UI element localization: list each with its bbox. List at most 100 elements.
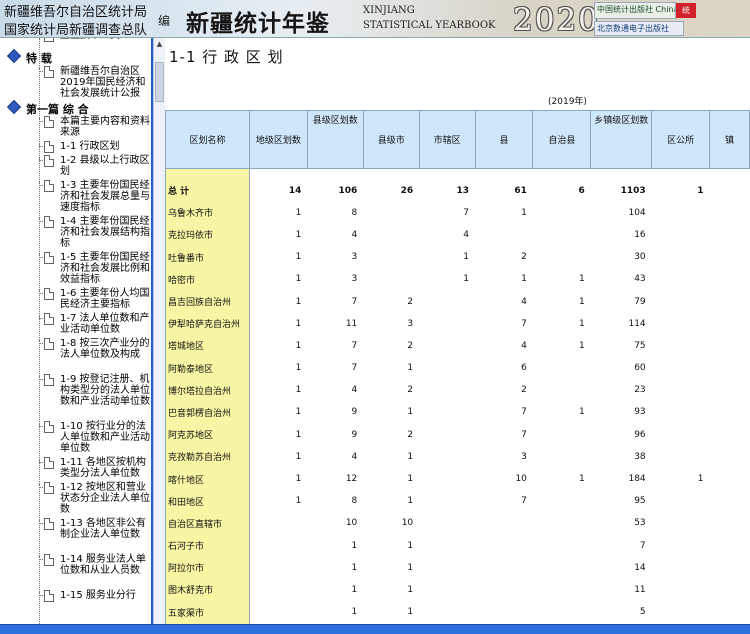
document-icon (44, 313, 54, 325)
township-cell: 60 (634, 363, 646, 374)
tree-section-comprehensive[interactable]: 第一篇 综 合 (0, 99, 150, 116)
document-icon (44, 457, 54, 469)
tree-scrollbar[interactable]: ▲ (153, 38, 165, 624)
table-row[interactable]: 克孜勒苏自治州 1 4 1 3 38 (165, 445, 750, 468)
tree-item-12[interactable]: 1-11 各地区按机构类型分法人单位数 (0, 457, 151, 481)
district-cell (419, 579, 475, 601)
county-city-cell: 10 (401, 518, 414, 529)
document-icon (44, 482, 54, 494)
tree-item-6[interactable]: 1-5 主要年份国民经济和社会发展比例和效益指标 (0, 252, 151, 287)
table-row[interactable]: 吐鲁番市 1 3 1 2 30 (165, 246, 750, 269)
table-row[interactable]: 塔城地区 1 7 2 4 1 75 (165, 334, 750, 357)
header-title-en-line1: XINJIANG (363, 5, 415, 16)
town-cell (710, 401, 750, 423)
table-row[interactable]: 石河子市 1 1 7 (165, 534, 750, 557)
scrollbar-thumb[interactable] (155, 62, 164, 102)
county-sub-cell: 61 (514, 185, 527, 196)
tree-item-15[interactable]: 1-14 服务业法人单位数和从业人员数 (0, 554, 151, 589)
col-header-county: 县级区划数 (306, 110, 364, 129)
cell-spacer (591, 169, 652, 180)
county-sub-cell: 3 (521, 451, 527, 462)
yearbook-header-banner: 新疆维吾尔自治区统计局 国家统计局新疆调查总队 编 新疆统计年鉴 XINJIAN… (0, 0, 750, 38)
table-row[interactable]: 伊犁哈萨克自治州 1 11 3 7 1 114 (165, 312, 750, 335)
tree-item-partial[interactable]: 卫生技术人员 (0, 38, 151, 43)
table-row[interactable]: 图木舒克市 1 1 11 (165, 578, 750, 602)
tree-item-16[interactable]: 1-15 服务业分行 (0, 590, 151, 603)
tree-section-special[interactable]: 特 载 (0, 48, 150, 65)
township-cell: 184 (628, 474, 646, 485)
county-city-cell: 1 (407, 584, 414, 595)
year-note: (2019年) (548, 97, 587, 107)
table-row[interactable]: 阿勒泰地区 1 7 1 6 60 (165, 357, 750, 380)
table-row[interactable]: 和田地区 1 8 1 7 95 (165, 490, 750, 513)
tree-connector (39, 68, 43, 72)
prefecture-cell: 1 (295, 274, 302, 285)
autonomous-county-cell: 1 (579, 296, 585, 307)
county-cell: 4 (351, 451, 358, 462)
tree-item-2[interactable]: 1-1 行政区划 (0, 141, 151, 154)
col-header-county-sub: 县 (474, 110, 534, 169)
tree-item-8[interactable]: 1-7 法人单位数和产业活动单位数 (0, 313, 151, 337)
town-cell (710, 268, 750, 290)
autonomous-county-cell (533, 601, 591, 623)
tree-item-14[interactable]: 1-13 各地区非公有制企业法人单位数 (0, 518, 151, 553)
prefecture-cell: 1 (295, 451, 302, 462)
col-header-autonomous-county: 自治县 (532, 110, 592, 169)
scroll-up-arrow-icon[interactable]: ▲ (155, 40, 164, 49)
tree-connector (39, 340, 43, 344)
table-row[interactable]: 巴音郭楞自治州 1 9 1 7 1 93 (165, 401, 750, 424)
tree-item-13[interactable]: 1-12 按地区和营业状态分企业法人单位数 (0, 482, 151, 517)
table-row[interactable]: 昌吉回族自治州 1 7 2 4 1 79 (165, 290, 750, 313)
table-row[interactable]: 阿克苏地区 1 9 2 7 96 (165, 423, 750, 446)
township-cell: 75 (634, 340, 646, 351)
table-row[interactable]: 乌鲁木齐市 1 8 7 1 104 (165, 201, 750, 224)
county-city-cell (363, 246, 419, 268)
district-cell (419, 512, 475, 534)
district-cell (419, 601, 475, 623)
tree-connector (39, 592, 43, 596)
region-name-cell: 克孜勒苏自治州 (165, 445, 250, 468)
tree-item-4[interactable]: 1-3 主要年份国民经济和社会发展总量与速度指标 (0, 180, 151, 215)
table-row[interactable]: 克拉玛依市 1 4 4 16 (165, 223, 750, 247)
table-row[interactable]: 总 计 14 106 26 13 61 6 1103 1 (165, 179, 750, 202)
county-sub-cell: 4 (521, 296, 527, 307)
district-cell (419, 401, 475, 423)
table-row[interactable]: 哈密市 1 3 1 1 1 43 (165, 268, 750, 291)
tree-item-label: 1-15 服务业分行 (60, 590, 136, 601)
township-cell: 95 (634, 496, 646, 507)
tree-connector (39, 218, 43, 222)
town-cell (710, 290, 750, 312)
sub-district-cell (652, 268, 710, 290)
tree-item-label: 本篇主要内容和资料来源 (60, 116, 150, 138)
tree-connector (39, 157, 43, 161)
town-cell (710, 335, 750, 357)
township-cell: 104 (628, 207, 646, 218)
tree-item-3[interactable]: 1-2 县级以上行政区划 (0, 155, 151, 179)
tree-item-1[interactable]: 本篇主要内容和资料来源 (0, 116, 151, 140)
table-row[interactable]: 五家渠市 1 1 5 (165, 601, 750, 624)
col-header-district: 市辖区 (418, 110, 476, 169)
cell-spacer (419, 169, 475, 180)
table-row[interactable]: 阿拉尔市 1 1 14 (165, 556, 750, 579)
tree-item-9[interactable]: 1-8 按三次产业分的法人单位数及构成 (0, 338, 151, 373)
tree-item-10[interactable]: 1-9 按登记注册、机构类型分的法人单位数和产业活动单位数 (0, 374, 151, 420)
prefecture-cell (249, 579, 307, 601)
district-cell: 7 (463, 207, 470, 218)
contents-tree-panel[interactable]: 卫生技术人员特 载新疆维吾尔自治区2019年国民经济和社会发展统计公报第一篇 综… (0, 38, 153, 624)
tree-item-5[interactable]: 1-4 主要年份国民经济和社会发展结构指标 (0, 216, 151, 251)
col-header-county-city: 县级市 (362, 110, 420, 169)
prefecture-cell: 1 (295, 496, 302, 507)
county-city-cell: 1 (407, 496, 414, 507)
tree-item-label: 1-13 各地区非公有制企业法人单位数 (60, 518, 146, 540)
table-row[interactable]: 自治区直辖市 10 10 53 (165, 512, 750, 535)
col-header-township: 乡镇级区划数 (590, 110, 653, 129)
township-cell: 79 (634, 296, 646, 307)
cell-spacer (652, 169, 710, 180)
region-name-cell: 阿拉尔市 (165, 556, 250, 579)
tree-item-11[interactable]: 1-10 按行业分的法人单位数和产业活动单位数 (0, 421, 151, 456)
table-row[interactable]: 喀什地区 1 12 1 10 1 184 1 (165, 467, 750, 491)
tree-item-special-bulletin[interactable]: 新疆维吾尔自治区2019年国民经济和社会发展统计公报 (0, 66, 151, 101)
tree-item-7[interactable]: 1-6 主要年份人均国民经济主要指标 (0, 288, 151, 312)
table-row[interactable]: 博尔塔拉自治州 1 4 2 2 23 (165, 379, 750, 402)
district-cell (419, 468, 475, 490)
